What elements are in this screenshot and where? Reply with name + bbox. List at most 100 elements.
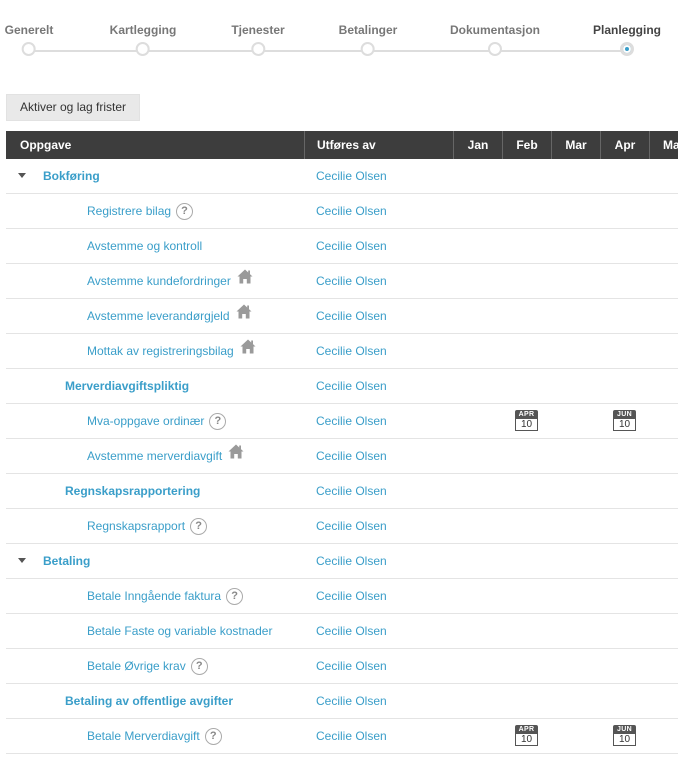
deadline-day: 10 [515, 734, 538, 746]
group-row: Betaling av offentlige avgifter Cecilie O… [6, 684, 678, 719]
step-dot-active[interactable] [619, 42, 634, 56]
step-planlegging[interactable]: Planlegging [593, 20, 661, 56]
table-body: Bokføring Cecilie Olsen Registrere bilag? C… [6, 159, 678, 754]
task-link[interactable]: Betale Øvrige krav [87, 659, 186, 673]
task-link[interactable]: Mottak av registreringsbilag [87, 344, 234, 358]
house-icon [237, 263, 253, 297]
house-icon [228, 438, 244, 472]
house-icon [236, 298, 252, 332]
step-dot[interactable] [135, 42, 150, 56]
deadline-calendar-icon[interactable]: APR 10 [515, 410, 538, 432]
group-row: Regnskapsrapportering Cecilie Olsen [6, 474, 678, 509]
deadline-month: APR [515, 725, 538, 734]
help-icon[interactable]: ? [190, 658, 208, 676]
step-generelt[interactable]: Generelt [5, 20, 53, 56]
task-link[interactable]: Regnskapsrapportering [65, 484, 200, 498]
assignee-link[interactable]: Cecilie Olsen [316, 474, 387, 508]
help-icon[interactable]: ? [209, 413, 227, 431]
assignee-link[interactable]: Cecilie Olsen [316, 684, 387, 718]
assignee-link[interactable]: Cecilie Olsen [316, 334, 387, 368]
group-row: Bokføring Cecilie Olsen [6, 159, 678, 194]
task-cell: Avstemme og kontroll [87, 229, 202, 263]
table-row: Mottak av registreringsbilag Cecilie Olse… [6, 334, 678, 369]
step-label: Dokumentasjon [449, 23, 541, 37]
activate-deadlines-button[interactable]: Aktiver og lag frister [6, 94, 141, 121]
table-row: Avstemme kundefordringer Cecilie Olsen [6, 264, 678, 299]
assignee-link[interactable]: Cecilie Olsen [316, 649, 387, 683]
table-row: Mva-oppgave ordinær? Cecilie Olsen APR 10 JU… [6, 404, 678, 439]
task-link[interactable]: Avstemme kundefordringer [87, 274, 231, 288]
help-icon[interactable]: ? [226, 588, 244, 606]
step-label: Kartlegging [109, 23, 177, 37]
deadline-calendar-icon[interactable]: APR 10 [515, 725, 538, 747]
task-link[interactable]: Betaling [43, 554, 90, 568]
deadline-month: JUN [613, 410, 636, 419]
task-link[interactable]: Betale Inngående faktura [87, 589, 221, 603]
deadline-month: JUN [613, 725, 636, 734]
deadline-calendar-icon[interactable]: JUN 10 [613, 410, 636, 432]
assignee-link[interactable]: Cecilie Olsen [316, 404, 387, 438]
task-cell: Betale Inngående faktura? [87, 579, 244, 613]
step-dot[interactable] [487, 42, 502, 56]
assignee-link[interactable]: Cecilie Olsen [316, 544, 387, 578]
task-cell: Betale Merverdiavgift? [87, 719, 222, 753]
assignee-link[interactable]: Cecilie Olsen [316, 579, 387, 613]
header-task[interactable]: Oppgave [6, 131, 304, 159]
planning-table: Oppgave Utføres av Jan Feb Mar Apr Ma Bo… [6, 131, 678, 754]
task-cell: Avstemme leverandørgjeld [87, 299, 252, 333]
assignee-link[interactable]: Cecilie Olsen [316, 439, 387, 473]
group-row: Betaling Cecilie Olsen [6, 544, 678, 579]
task-link[interactable]: Regnskapsrapport [87, 519, 185, 533]
task-cell: Avstemme kundefordringer [87, 264, 253, 298]
header-month-feb[interactable]: Feb [502, 131, 551, 159]
header-month-mar[interactable]: Mar [551, 131, 600, 159]
task-cell: Bokføring [43, 159, 100, 193]
step-betalinger[interactable]: Betalinger [338, 20, 398, 56]
task-link[interactable]: Registrere bilag [87, 204, 171, 218]
assignee-link[interactable]: Cecilie Olsen [316, 614, 387, 648]
assignee-link[interactable]: Cecilie Olsen [316, 194, 387, 228]
assignee-link[interactable]: Cecilie Olsen [316, 509, 387, 543]
task-cell: Regnskapsrapportering [65, 474, 200, 508]
task-link[interactable]: Betaling av offentlige avgifter [65, 694, 233, 708]
step-kartlegging[interactable]: Kartlegging [109, 20, 177, 56]
step-tjenester[interactable]: Tjenester [231, 20, 285, 56]
task-link[interactable]: Avstemme merverdiavgift [87, 449, 222, 463]
help-icon[interactable]: ? [176, 203, 194, 221]
task-link[interactable]: Avstemme og kontroll [87, 239, 202, 253]
header-who[interactable]: Utføres av [304, 131, 453, 159]
assignee-link[interactable]: Cecilie Olsen [316, 229, 387, 263]
assignee-link[interactable]: Cecilie Olsen [316, 159, 387, 193]
step-label: Planlegging [592, 23, 662, 37]
task-link[interactable]: Betale Faste og variable kostnader [87, 624, 272, 638]
table-row: Betale Øvrige krav? Cecilie Olsen [6, 649, 678, 684]
table-row: Betale Merverdiavgift? Cecilie Olsen APR 10… [6, 719, 678, 754]
step-dot[interactable] [22, 42, 36, 56]
step-dot[interactable] [250, 42, 265, 56]
task-link[interactable]: Betale Merverdiavgift [87, 729, 200, 743]
task-link[interactable]: Merverdiavgiftspliktig [65, 379, 189, 393]
assignee-link[interactable]: Cecilie Olsen [316, 299, 387, 333]
table-row: Avstemme leverandørgjeld Cecilie Olsen [6, 299, 678, 334]
help-icon[interactable]: ? [204, 728, 222, 746]
header-month-may[interactable]: Ma [649, 131, 678, 159]
step-dokumentasjon[interactable]: Dokumentasjon [450, 20, 540, 56]
task-cell: Regnskapsrapport? [87, 509, 208, 543]
step-label: Betalinger [338, 23, 398, 37]
header-month-apr[interactable]: Apr [600, 131, 649, 159]
task-link[interactable]: Mva-oppgave ordinær [87, 414, 204, 428]
group-row: Merverdiavgiftspliktig Cecilie Olsen [6, 369, 678, 404]
caret-down-icon[interactable] [18, 558, 26, 563]
assignee-link[interactable]: Cecilie Olsen [316, 719, 387, 753]
step-dot[interactable] [361, 42, 375, 56]
table-row: Avstemme merverdiavgift Cecilie Olsen [6, 439, 678, 474]
deadline-calendar-icon[interactable]: JUN 10 [613, 725, 636, 747]
assignee-link[interactable]: Cecilie Olsen [316, 264, 387, 298]
help-icon[interactable]: ? [190, 518, 208, 536]
caret-down-icon[interactable] [18, 173, 26, 178]
task-link[interactable]: Bokføring [43, 169, 100, 183]
assignee-link[interactable]: Cecilie Olsen [316, 369, 387, 403]
task-cell: Mva-oppgave ordinær? [87, 404, 227, 438]
task-link[interactable]: Avstemme leverandørgjeld [87, 309, 230, 323]
header-month-jan[interactable]: Jan [453, 131, 502, 159]
